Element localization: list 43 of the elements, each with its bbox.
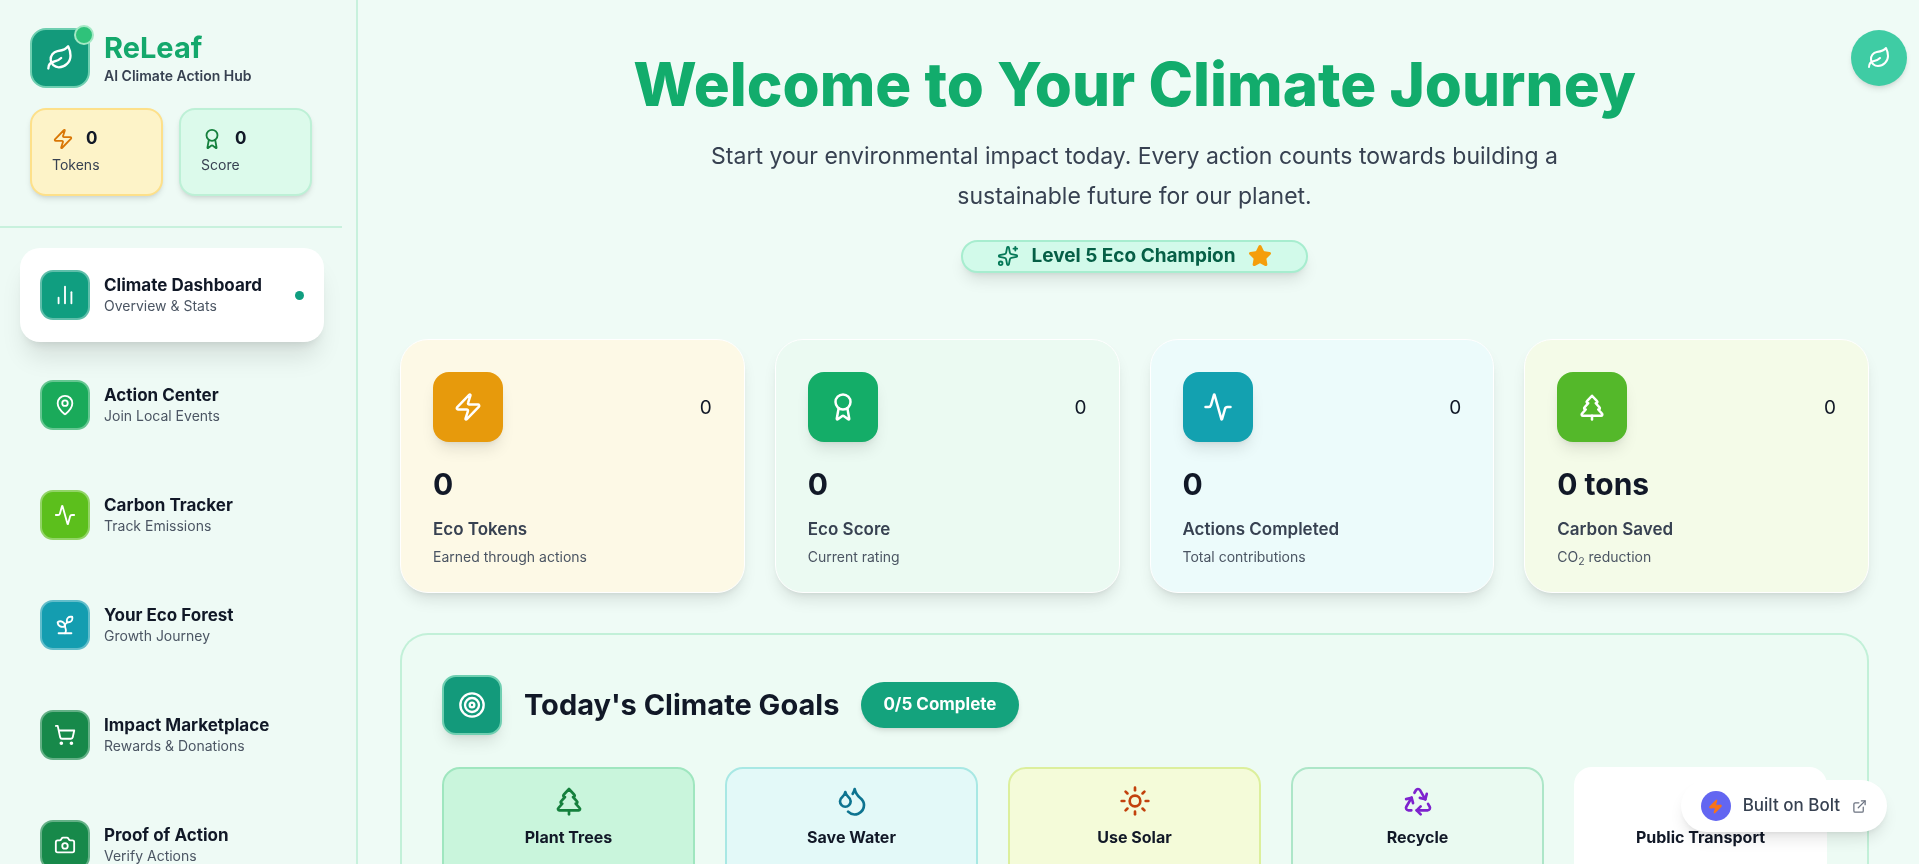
goals-title: Today's Climate Goals	[524, 685, 840, 724]
nav-title: Climate Dashboard	[104, 274, 264, 296]
goal-label: Save Water	[807, 825, 896, 849]
nav-title: Carbon Tracker	[104, 494, 234, 516]
stat-corner-value: 0	[1449, 394, 1462, 421]
stat-label: Eco Score	[807, 517, 892, 541]
stat-caption: Total contributions	[1182, 547, 1307, 567]
nav-subtitle: Verify Actions	[104, 846, 198, 864]
stat-value: 0	[433, 464, 455, 504]
brand-tagline: AI Climate Action Hub	[104, 65, 252, 86]
nav-title: Your Eco Forest	[104, 604, 235, 626]
stat-label: Eco Tokens	[433, 517, 529, 541]
goal-label: Plant Trees	[524, 825, 613, 849]
stat-value: 0 tons	[1557, 464, 1651, 504]
stat-caption: Current rating	[807, 547, 901, 567]
nav-subtitle: Track Emissions	[104, 516, 213, 536]
level-badge: Level 5 Eco Champion	[961, 240, 1308, 273]
stat-corner-value: 0	[699, 394, 712, 421]
stat-label: Actions Completed	[1182, 517, 1341, 541]
chip-label: Tokens	[52, 154, 101, 175]
nav-subtitle: Overview & Stats	[104, 296, 218, 316]
brand-name: ReLeaf	[104, 30, 204, 65]
stat-caption: Earned through actions	[433, 547, 588, 567]
nav-subtitle: Rewards & Donations	[104, 736, 246, 756]
nav-subtitle: Growth Journey	[104, 626, 212, 646]
chip-value: 0	[86, 127, 98, 150]
goal-label: Use Solar	[1097, 825, 1172, 849]
nav-subtitle: Join Local Events	[104, 406, 221, 426]
page-title: Welcome to Your Climate Journey	[633, 47, 1636, 122]
stat-label: Carbon Saved	[1557, 517, 1675, 541]
page-subtitle: Start your environmental impact today. Every action counts towards building a sustainable future for our planet.	[710, 141, 1559, 212]
stat-value: 0	[807, 464, 829, 504]
goal-label: Recycle	[1386, 825, 1449, 849]
stat-value: 0	[1182, 464, 1204, 504]
progress-badge: 0/5 Complete	[861, 681, 1019, 728]
nav-title: Proof of Action	[104, 824, 230, 846]
chip-value: 0	[235, 127, 247, 150]
nav-title: Action Center	[104, 384, 220, 406]
stat-caption: CO$_{2}$ reduction	[1557, 547, 1653, 567]
chip-label: Score	[201, 154, 241, 175]
stat-corner-value: 0	[1074, 394, 1087, 421]
nav-title: Impact Marketplace	[104, 714, 271, 736]
stat-corner-value: 0	[1824, 394, 1836, 421]
